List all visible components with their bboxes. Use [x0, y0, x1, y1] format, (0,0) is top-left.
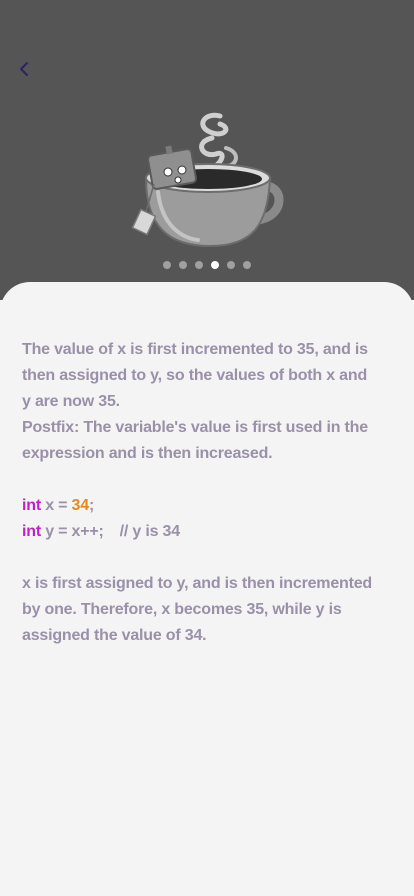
- header-area: [0, 0, 414, 300]
- page-dot-active[interactable]: [211, 261, 219, 269]
- page-indicator: [0, 261, 414, 269]
- page-dot[interactable]: [163, 261, 171, 269]
- code-line-2: int y = x++; // y is 34: [22, 519, 372, 545]
- paragraph-line: assigned the value of 34.: [22, 627, 207, 644]
- page-dot[interactable]: [179, 261, 187, 269]
- chevron-left-icon: [20, 62, 28, 76]
- coffee-cup-with-robot-icon: [131, 112, 284, 248]
- code-line-1: int x = 34;: [22, 493, 372, 519]
- back-button[interactable]: [12, 56, 38, 82]
- page-dot[interactable]: [243, 261, 251, 269]
- code-text: ;: [88, 497, 95, 514]
- code-keyword: int: [22, 523, 41, 540]
- code-comment: // y is 34: [119, 523, 180, 540]
- paragraph-line: x is first assigned to y, and is then in…: [22, 575, 372, 592]
- paragraph-line: The value of x is first incremented to 3…: [22, 341, 368, 358]
- code-keyword: int: [22, 497, 41, 514]
- code-text: y = x++;: [40, 523, 104, 540]
- code-text: x =: [40, 497, 72, 514]
- paragraph-line: then assigned to y, so the values of bot…: [22, 367, 368, 384]
- paragraph-line: Postfix: The variable's value is first u…: [22, 419, 368, 436]
- code-number: 34: [71, 497, 90, 514]
- paragraph-line: by one. Therefore, x becomes 35, while y…: [22, 601, 342, 618]
- lesson-content: The value of x is first incremented to 3…: [22, 337, 372, 649]
- paragraph-line: y are now 35.: [22, 393, 120, 410]
- page-dot[interactable]: [195, 261, 203, 269]
- page-dot[interactable]: [227, 261, 235, 269]
- paragraph-line: expression and is then increased.: [22, 445, 273, 462]
